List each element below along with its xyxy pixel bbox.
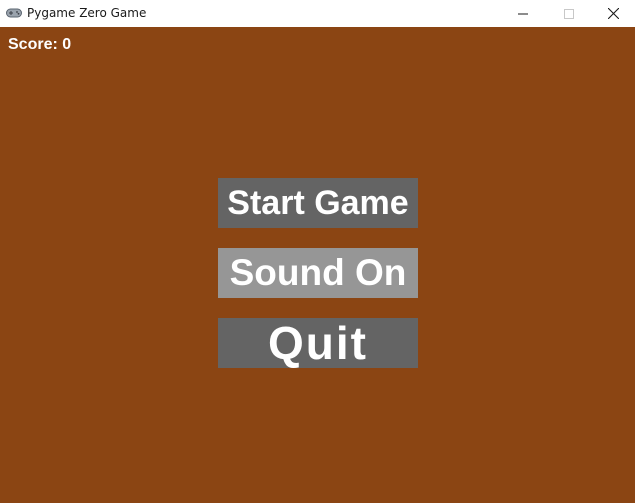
title-bar: Pygame Zero Game [0,0,635,27]
start-game-button[interactable]: Start Game [218,178,418,228]
minimize-icon [518,13,528,14]
minimize-button[interactable] [500,0,546,27]
window-title: Pygame Zero Game [27,6,147,20]
score-label: Score: 0 [8,36,72,53]
maximize-button[interactable] [546,0,592,27]
gamepad-icon [6,8,22,18]
close-icon [607,8,619,19]
sound-toggle-button[interactable]: Sound On [218,248,418,298]
maximize-icon [564,8,574,19]
close-button[interactable] [590,0,635,27]
quit-button[interactable]: Quit [218,317,418,369]
game-canvas[interactable]: Score: 0 Start Game Sound On Quit [0,27,635,503]
